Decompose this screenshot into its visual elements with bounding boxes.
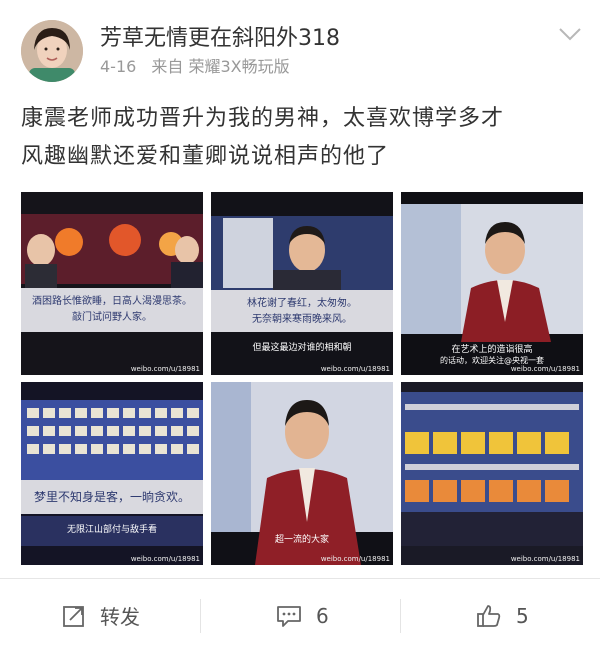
username[interactable]: 芳草无情更在斜阳外318 [100,20,340,52]
image-subtitle: 但最这最边对谁的相和朝 [252,343,352,353]
watermark: weibo.com/u/18981 [320,555,390,563]
post-text: 康震老师成功晋升为我的男神，太喜欢博学多才 风趣幽默还爱和董卿说说相声的他了 [21,100,581,176]
watermark: weibo.com/u/18981 [510,365,580,373]
repost-label: 转发 [100,605,140,629]
comment-icon [277,605,301,627]
image-caption: 敲门试问野人家。 [72,312,152,323]
post-image-5[interactable]: 超一流的大家 weibo.com/u/18981 [211,382,393,565]
image-caption: 无奈朝来寒雨晚来风。 [252,314,352,325]
post-text-line: 风趣幽默还爱和董卿说说相声的他了 [21,144,390,169]
watermark: weibo.com/u/18981 [510,555,580,563]
like-count: 5 [516,603,529,628]
post-image-6[interactable]: weibo.com/u/18981 [401,382,583,565]
comment-button[interactable]: 6 [276,579,329,652]
post-image-3[interactable]: 在艺术上的造诣很高 的话动，欢迎关注@央视一套 weibo.com/u/1898… [401,192,583,375]
image-caption: 梦里不知身是客，一晌贪欢。 [33,490,190,504]
image-grid: 酒困路长惟欲睡，日高人渴漫思茶。 敲门试问野人家。 weibo.com/u/18… [21,192,583,565]
image-caption: 酒困路长惟欲睡，日高人渴漫思茶。 [32,296,192,307]
post-image-1[interactable]: 酒困路长惟欲睡，日高人渴漫思茶。 敲门试问野人家。 weibo.com/u/18… [21,192,203,375]
repost-icon [63,605,84,627]
post-source[interactable]: 来自 荣耀3X畅玩版 [151,57,289,76]
post-image-2[interactable]: 林花谢了春红，太匆匆。 无奈朝来寒雨晚来风。 但最这最边对谁的相和朝 weibo… [211,192,393,375]
image-subtitle: 超一流的大家 [274,535,329,545]
watermark: weibo.com/u/18981 [130,365,200,373]
divider [400,599,401,633]
thumbs-up-icon [477,604,501,627]
comment-count: 6 [316,603,329,628]
divider [200,599,201,633]
watermark: weibo.com/u/18981 [320,365,390,373]
action-bar: 转发 6 5 [0,578,600,652]
weibo-post-card: 芳草无情更在斜阳外318 4-16 来自 荣耀3X畅玩版 康震老师成功晋升为我的… [0,0,600,578]
watermark: weibo.com/u/18981 [130,555,200,563]
image-caption: 林花谢了春红，太匆匆。 [247,298,357,309]
user-avatar[interactable] [21,20,83,82]
post-text-line: 康震老师成功晋升为我的男神，太喜欢博学多才 [21,106,505,131]
repost-button[interactable]: 转发 [62,579,140,652]
chevron-down-icon[interactable] [556,24,584,44]
image-subtitle: 无限江山部付与敌手看 [66,525,157,535]
post-image-4[interactable]: 梦里不知身是客，一晌贪欢。 无限江山部付与敌手看 weibo.com/u/189… [21,382,203,565]
like-button[interactable]: 5 [476,579,529,652]
image-subtitle: 在艺术上的造诣很高 [451,345,533,355]
post-date: 4-16 [100,57,137,76]
post-meta: 4-16 来自 荣耀3X畅玩版 [100,53,300,77]
